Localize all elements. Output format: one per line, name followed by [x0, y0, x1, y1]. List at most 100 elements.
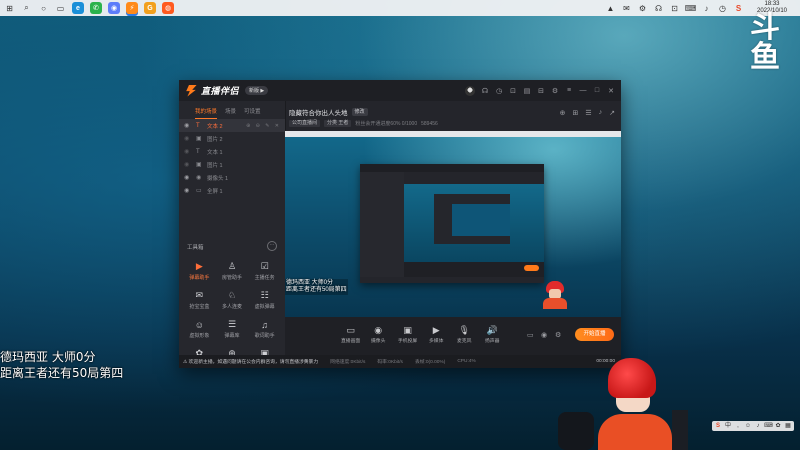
clock-icon[interactable]: ◷ — [717, 3, 728, 14]
phone-cast-button[interactable]: ▣ 手机投屏 — [398, 325, 417, 344]
tab-settings[interactable]: 可设置 — [244, 107, 261, 119]
tool-gift-box[interactable]: ✉ 抢宝宝盒 — [183, 290, 216, 310]
eye-icon[interactable]: ◉ — [184, 187, 190, 194]
browser-app-icon[interactable]: ◉ — [108, 2, 120, 14]
list-icon[interactable]: ☰ — [585, 109, 591, 117]
eye-preview-icon[interactable]: ◉ — [541, 331, 547, 339]
user-avatar[interactable] — [465, 85, 475, 96]
minimize-icon[interactable]: — — [579, 87, 587, 94]
ime-mode-icon[interactable]: 中 — [724, 422, 732, 430]
tool-virtual-danmaku[interactable]: ☷ 虚拟弹幕 — [248, 290, 281, 310]
source-item[interactable]: ◉ ▭ 全屏 1 — [179, 184, 285, 197]
nested-nested-preview — [452, 204, 510, 236]
keyboard-icon[interactable]: ⌨ — [685, 3, 697, 14]
grid-icon[interactable]: ▦ — [784, 422, 792, 430]
record-icon[interactable]: ▭ — [527, 331, 534, 339]
screen-icon[interactable]: ⊡ — [509, 87, 517, 95]
more-tools-button[interactable]: ··· — [267, 241, 277, 251]
nested-action-bar — [404, 262, 544, 277]
source-item[interactable]: ◉ T 文本 2 ⊕ ⊖ ✎ ✕ — [179, 119, 285, 132]
category-tag[interactable]: 分类 王者 — [324, 120, 352, 127]
category-tag[interactable]: 公司直播间 — [289, 120, 321, 127]
camera-button[interactable]: ◉ 摄像头 — [371, 325, 385, 344]
layout-icon[interactable]: ⊟ — [537, 87, 545, 95]
source-tools[interactable]: ⊕ ⊖ ✎ ✕ — [246, 123, 285, 129]
avatar-icon: ☺ — [194, 319, 204, 330]
volume-icon[interactable]: ♪ — [701, 3, 712, 14]
desktop-text-overlay: 德玛西亚 大师0分 距离王者还有50局第四 — [0, 349, 123, 381]
s-logo-icon[interactable]: S — [733, 3, 744, 14]
speaker-button[interactable]: 🔊 扬声器 — [485, 325, 499, 344]
multimedia-button[interactable]: ▶ 多媒体 — [429, 325, 443, 344]
message-icon[interactable]: ▤ — [523, 87, 531, 95]
gear-icon[interactable]: ⚙ — [551, 87, 559, 95]
headset-icon[interactable]: ☊ — [481, 87, 489, 95]
wechat-app-icon[interactable]: ✆ — [90, 2, 102, 14]
start-live-button[interactable]: 开始直播 — [575, 328, 614, 341]
mail-icon[interactable]: ✉ — [621, 3, 632, 14]
skin-icon[interactable]: ✿ — [774, 422, 782, 430]
microphone-button[interactable]: 🎙 麦克风 — [457, 325, 471, 344]
source-item[interactable]: ◉ T 文本 1 — [179, 145, 285, 158]
share-icon[interactable]: ↗ — [609, 109, 615, 117]
firefox-app-icon[interactable]: ◍ — [162, 2, 174, 14]
stream-preview[interactable]: 德玛西亚 大师0分 距离王者还有50局第四 — [285, 131, 621, 317]
version-badge[interactable]: 新版 ▶ — [245, 86, 269, 95]
headset-icon[interactable]: ☊ — [653, 3, 664, 14]
tool-danmaku-helper[interactable]: ▶ 弹幕助手 — [183, 261, 216, 281]
eye-icon[interactable]: ◉ — [184, 122, 190, 129]
tool-avatar[interactable]: ☺ 虚拟形象 — [183, 319, 216, 340]
scene-capture-button[interactable]: ▭ 直播画面 — [341, 325, 360, 344]
source-label: 图片 2 — [207, 136, 223, 143]
chair-right — [672, 410, 688, 450]
menu-icon[interactable]: ≡ — [565, 87, 573, 94]
bell-icon[interactable]: ♪ — [599, 109, 603, 117]
grid-icon[interactable]: ⊞ — [572, 109, 578, 117]
windows-icon[interactable]: ⊞ — [4, 3, 15, 14]
scene-panel: 我的场景 场景 可设置 ◉ T 文本 2 ⊕ ⊖ ✎ ✕ ◉ ▣ 图片 2 ◉ … — [179, 101, 286, 368]
g-app-icon[interactable]: G — [144, 2, 156, 14]
punct-icon[interactable]: , — [734, 422, 742, 430]
eye-off-icon[interactable]: ◉ — [184, 148, 190, 155]
edit-title-button[interactable]: 修改 — [351, 108, 368, 116]
circle-icon[interactable]: ○ — [38, 3, 49, 14]
eye-off-icon[interactable]: ◉ — [184, 135, 190, 142]
maximize-icon[interactable]: □ — [593, 87, 601, 94]
history-icon[interactable]: ◷ — [495, 87, 503, 95]
tray-overflow-icon[interactable]: ▲ — [605, 3, 616, 14]
display-icon[interactable]: ⊡ — [669, 3, 680, 14]
tool-room-manager[interactable]: ♙ 房管助手 — [216, 261, 249, 281]
action-label: 扬声器 — [485, 339, 500, 344]
search-icon[interactable]: ⌕ — [21, 3, 32, 14]
tab-my-scene[interactable]: 我的场景 — [195, 107, 218, 119]
tool-streamer-tasks[interactable]: ☑ 主播任务 — [248, 261, 281, 281]
mic-icon[interactable]: ♪ — [754, 422, 762, 430]
source-item[interactable]: ◉ ▣ 图片 1 — [179, 158, 285, 171]
live-companion-app-icon[interactable]: ⚡ — [126, 2, 138, 14]
clock-time: 18:33 — [764, 1, 780, 7]
sogou-logo-icon[interactable]: S — [714, 422, 722, 430]
preview-camera[interactable] — [542, 281, 568, 309]
eye-icon[interactable]: ◉ — [184, 174, 190, 181]
source-item[interactable]: ◉ ▣ 图片 2 — [179, 132, 285, 145]
emoji-icon[interactable]: ☺ — [744, 422, 752, 430]
tool-danmaku-library[interactable]: ☰ 弹幕库 — [216, 319, 249, 339]
tool-lyrics[interactable]: ♫ 歌词助手 — [248, 319, 281, 340]
task-view-icon[interactable]: ▭ — [55, 3, 66, 14]
tool-multi-mic[interactable]: ♘ 多人连麦 — [216, 290, 249, 310]
settings-icon[interactable]: ⚙ — [637, 3, 648, 14]
overlay-line: 距离王者还有50局第四 — [286, 287, 347, 293]
text-source-icon: T — [196, 148, 200, 155]
preview-text-overlay[interactable]: 德玛西亚 大师0分 距离王者还有50局第四 — [285, 279, 348, 295]
taskbar-left: ⊞ ⌕ ○ ▭ e ✆ ◉ ⚡ G ◍ — [4, 2, 174, 14]
eye-off-icon[interactable]: ◉ — [184, 161, 190, 168]
source-item[interactable]: ◉ ◉ 摄像头 1 — [179, 171, 285, 184]
tool-label: 抢宝宝盒 — [189, 304, 210, 310]
add-icon[interactable]: ⊕ — [560, 109, 566, 117]
keyboard-icon[interactable]: ⌨ — [764, 422, 773, 430]
tab-scene[interactable]: 场景 — [225, 107, 236, 119]
edge-app-icon[interactable]: e — [72, 2, 84, 14]
close-icon[interactable]: ✕ — [607, 87, 615, 95]
tool-label: 房管助手 — [221, 275, 242, 281]
gear-icon[interactable]: ⚙ — [555, 331, 561, 339]
